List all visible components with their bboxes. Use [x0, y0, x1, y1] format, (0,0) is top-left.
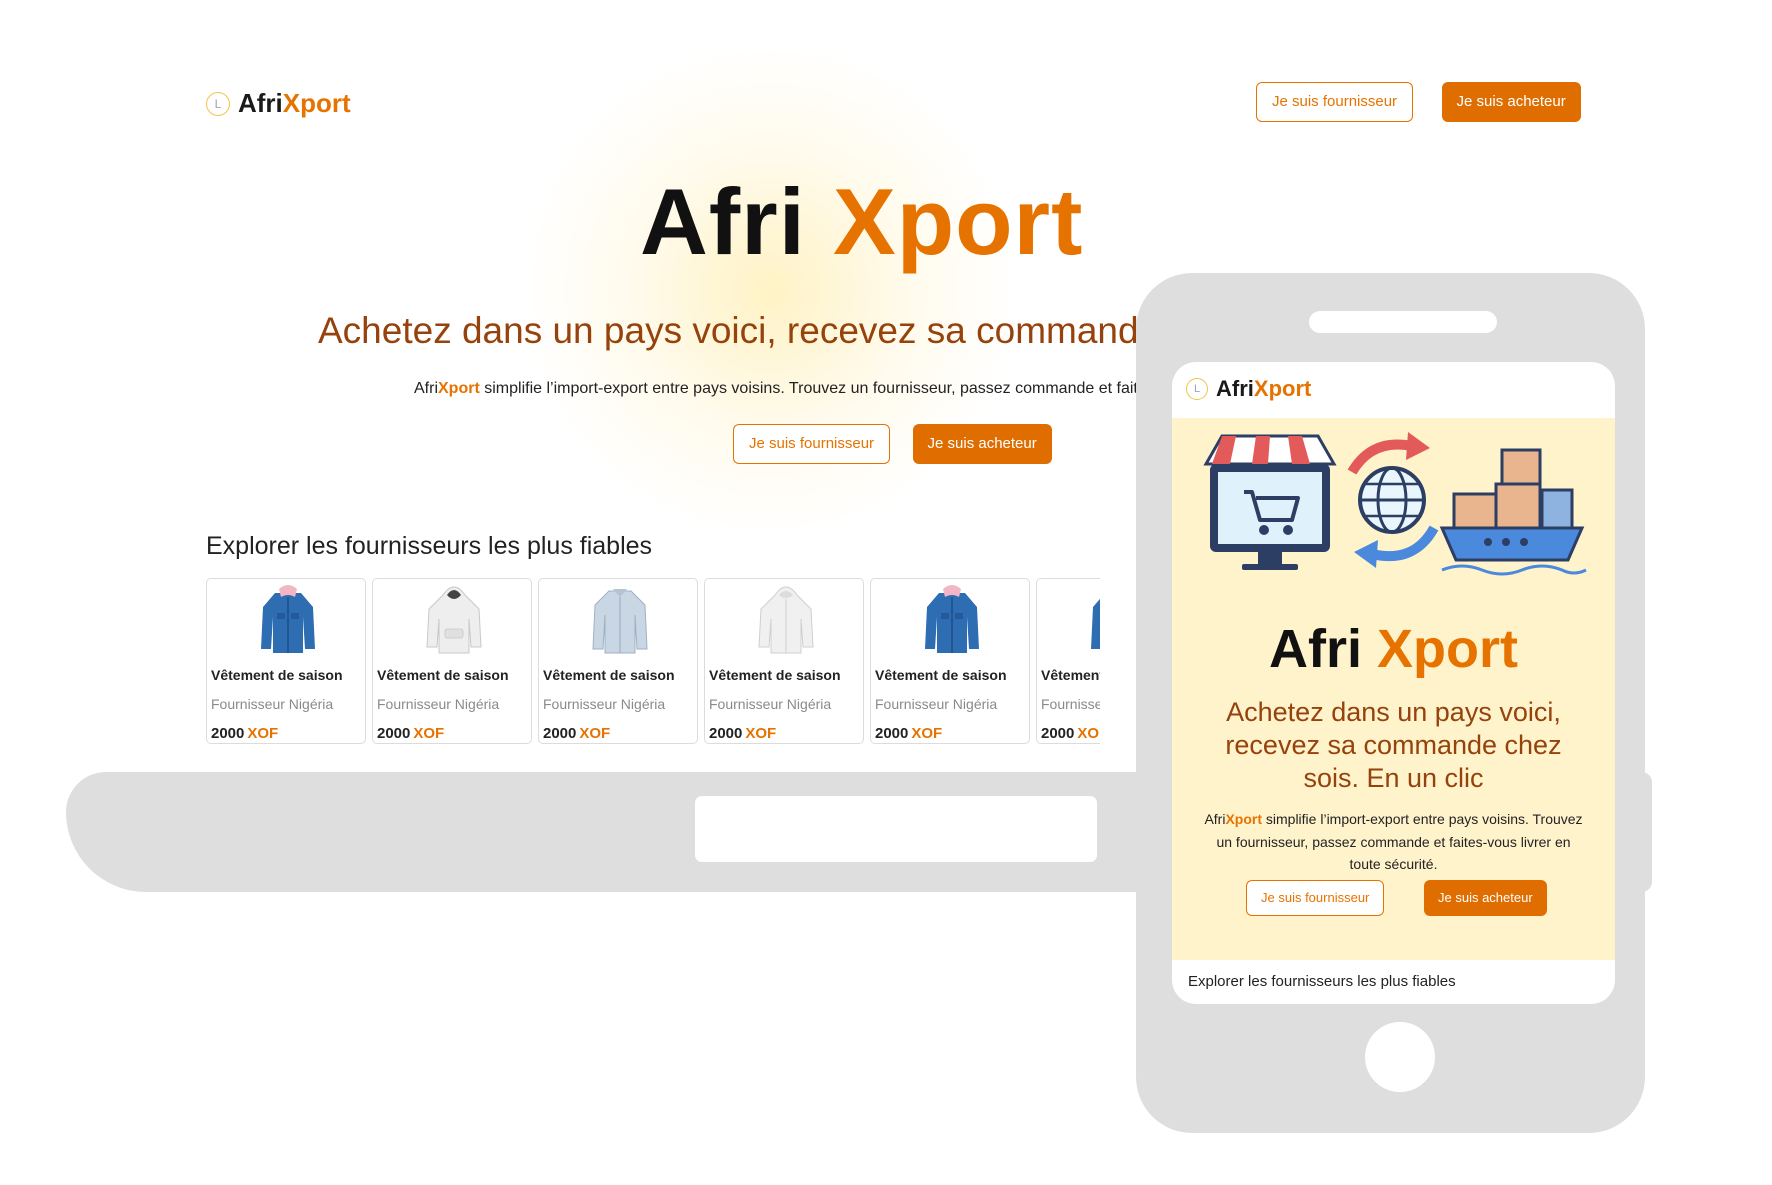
product-card[interactable]: Vêtement de saison Fournisseur Nigéria 2… [372, 578, 532, 744]
hero-title: Afri Xport [640, 169, 1084, 274]
suppliers-section-title: Explorer les fournisseurs les plus fiabl… [206, 532, 653, 560]
product-price: 2000XOF [875, 725, 943, 742]
phone-screen: L AfriXport Afri Xport Achetez dans un p… [1172, 362, 1615, 1004]
logo-text: AfriXport [238, 88, 351, 118]
phone-speaker [1309, 311, 1497, 333]
denim-jacket-icon [261, 585, 315, 653]
product-supplier: Fournisseur Nigéria [543, 696, 666, 712]
laptop-trackpad [695, 796, 1097, 862]
product-card[interactable]: Vêtement de saison Fournisseur Nigéria 2… [870, 578, 1030, 744]
mobile-hero: Afri Xport Achetez dans un pays voici, r… [1172, 418, 1615, 960]
product-name: Vêtement de saison [543, 667, 675, 683]
product-name: Vêtement de saison [1041, 667, 1100, 683]
denim-jacket-icon [1091, 598, 1100, 649]
mobile-suppliers-section-title: Explorer les fournisseurs les plus fiabl… [1188, 973, 1456, 990]
product-name: Vêtement de saison [875, 667, 1007, 683]
hero-buyer-button[interactable]: Je suis acheteur [912, 424, 1052, 464]
product-price: 2000XOF [543, 725, 611, 742]
hero-glow [520, 40, 1020, 540]
product-price: 2000XOF [377, 725, 445, 742]
product-supplier: Fournisseur Nigéria [211, 696, 334, 712]
product-name: Vêtement de saison [377, 667, 509, 683]
product-supplier: Fournisseur Nigéria [709, 696, 832, 712]
product-card[interactable]: Vêtement de saison Fournisseur Nigéria 2… [206, 578, 366, 744]
logo-icon: L [1186, 378, 1208, 400]
mobile-logo[interactable]: L AfriXport [1186, 376, 1311, 402]
product-name: Vêtement de saison [709, 667, 841, 683]
header-actions: Je suis fournisseur Je suis acheteur [1256, 82, 1581, 122]
mobile-hero-subtitle: Achetez dans un pays voici, recevez sa c… [1225, 697, 1562, 793]
hero-subtitle: Achetez dans un pays voici, recevez sa c… [318, 310, 1138, 351]
white-hoodie-icon [426, 586, 482, 654]
product-supplier: Fournisseur Nigéria [377, 696, 500, 712]
product-card[interactable]: Vêtement de saison Fournisseur Nigéria 2… [538, 578, 698, 744]
cargo-ship-icon [1439, 448, 1587, 576]
header-supplier-button[interactable]: Je suis fournisseur [1256, 82, 1414, 122]
product-supplier: Fournisseur Nigéria [875, 696, 998, 712]
logo-icon: L [206, 91, 230, 116]
product-card[interactable]: Vêtement de saison Fournisseur Nigéria 2… [1036, 578, 1100, 744]
globe-exchange-icon [1347, 432, 1439, 568]
header-buyer-button[interactable]: Je suis acheteur [1441, 82, 1581, 122]
denim-jacket-icon [925, 585, 979, 653]
product-price: 2000XOF [211, 725, 279, 742]
mobile-hero-title: Afri Xport [1268, 619, 1518, 679]
product-supplier: Fournisseur Nigéria [1041, 696, 1100, 712]
mobile-supplier-button[interactable]: Je suis fournisseur [1246, 880, 1385, 916]
hero-actions: Je suis fournisseur Je suis acheteur [733, 424, 1052, 464]
product-name: Vêtement de saison [211, 667, 343, 683]
trade-illustration [1203, 432, 1587, 576]
logo[interactable]: L AfriXport [206, 88, 351, 119]
product-card[interactable]: Vêtement de saison Fournisseur Nigéria 2… [704, 578, 864, 744]
hero-description: AfriXport simplifie l’import-export entr… [414, 380, 1138, 397]
hero-supplier-button[interactable]: Je suis fournisseur [733, 424, 891, 464]
logo-text: AfriXport [1216, 376, 1312, 401]
mobile-hero-description: AfriXport simplifie l’import-export entr… [1204, 811, 1583, 872]
grey-hoodie-icon [758, 586, 814, 654]
shop-icon [1203, 434, 1337, 570]
product-carousel[interactable]: Vêtement de saison Fournisseur Nigéria 2… [206, 578, 1100, 748]
product-price: 2000XOF [1041, 725, 1100, 742]
product-price: 2000XOF [709, 725, 777, 742]
mobile-buyer-button[interactable]: Je suis acheteur [1424, 880, 1547, 916]
phone-home-button[interactable] [1365, 1022, 1435, 1092]
shirt-icon [592, 589, 648, 654]
